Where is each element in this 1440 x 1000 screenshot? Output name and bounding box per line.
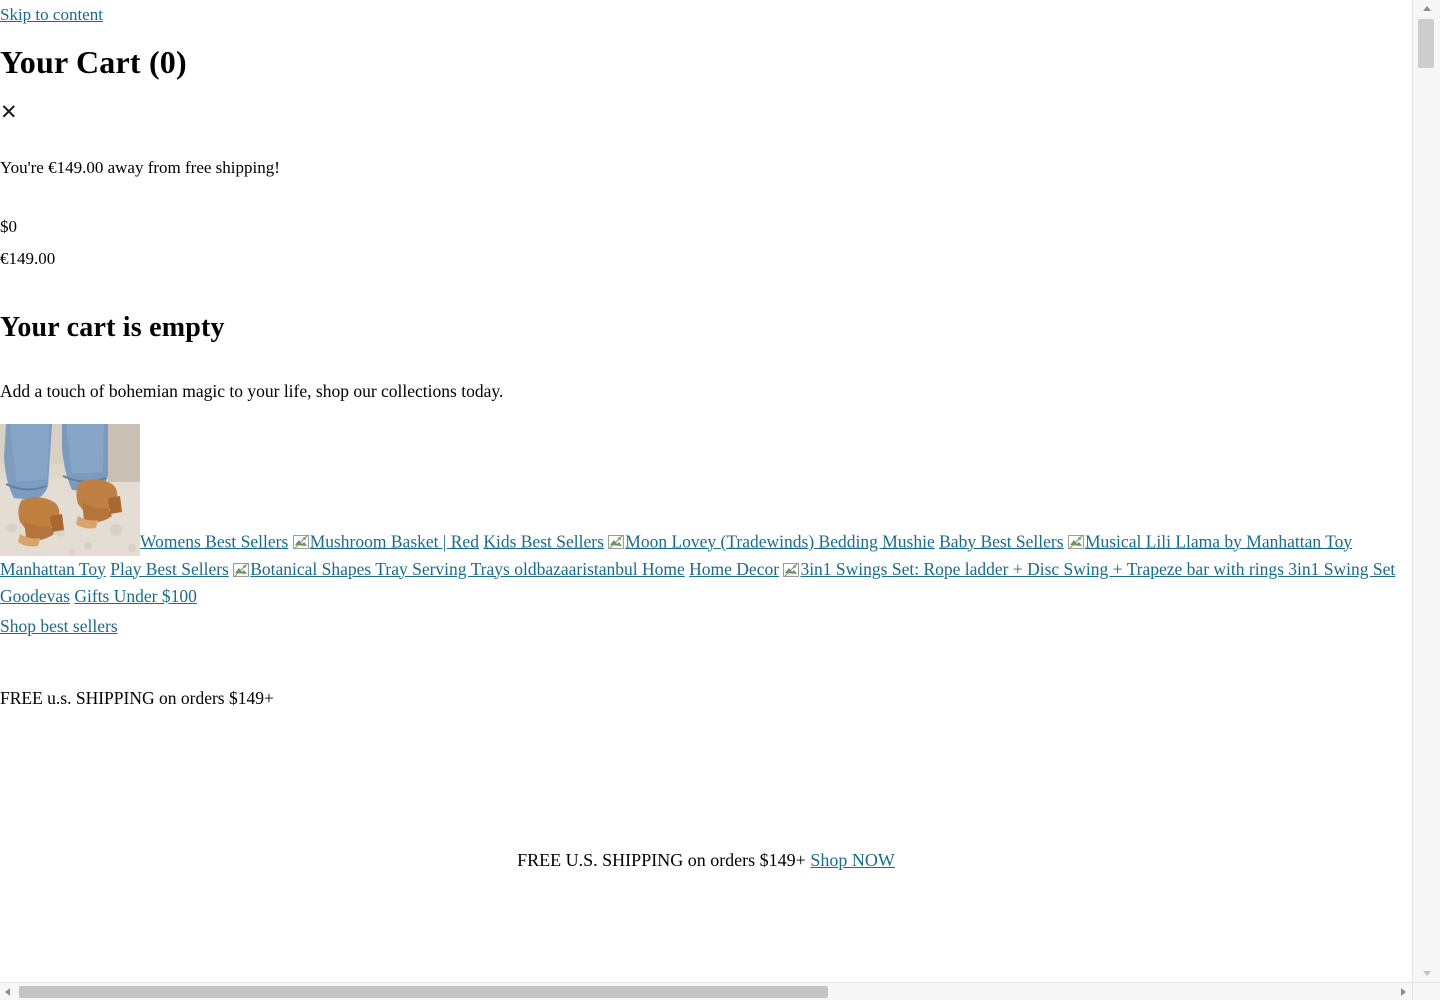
product-link-5[interactable]: Gifts Under $100 — [74, 586, 196, 606]
skip-to-content-link[interactable]: Skip to content — [0, 0, 1412, 23]
broken-image-icon — [608, 534, 625, 550]
vertical-scrollbar-thumb[interactable] — [1418, 19, 1434, 68]
free-shipping-note: FREE u.s. SHIPPING on orders $149+ — [0, 688, 274, 709]
shop-now-link[interactable]: Shop NOW — [810, 850, 895, 870]
horizontal-scrollbar[interactable] — [0, 982, 1412, 1000]
broken-image-icon — [233, 562, 250, 578]
product-links-strip: Womens Best Sellers Mushroom Basket | Re… — [0, 423, 1412, 611]
close-icon[interactable]: ✕ — [0, 102, 18, 123]
product-link-3[interactable]: Play Best Sellers — [110, 559, 229, 579]
free-shipping-progress: $0 €149.00 — [0, 211, 1412, 274]
vertical-scrollbar[interactable] — [1412, 0, 1440, 982]
product-thumbnail-image[interactable] — [0, 423, 140, 556]
document-body: Skip to content Your Cart (0) ✕ You're €… — [0, 0, 1412, 871]
broken-image-icon — [292, 534, 309, 550]
empty-cart-title: Your cart is empty — [0, 312, 225, 344]
free-shipping-message: You're €149.00 away from free shipping! — [0, 157, 280, 177]
close-cart-row: ✕ — [0, 102, 1412, 123]
broken-image-icon — [1067, 534, 1084, 550]
horizontal-scrollbar-thumb[interactable] — [19, 986, 828, 998]
shop-best-sellers-link[interactable]: Shop best sellers — [0, 616, 1412, 636]
page-viewport: Skip to content Your Cart (0) ✕ You're €… — [0, 0, 1412, 982]
scroll-down-arrow-icon[interactable] — [1413, 965, 1440, 982]
bottom-shipping-banner: FREE U.S. SHIPPING on orders $149+ Shop … — [0, 850, 1412, 871]
scroll-up-arrow-icon[interactable] — [1413, 0, 1440, 17]
progress-min-label: $0 — [0, 217, 17, 237]
product-link-2[interactable]: Baby Best Sellers — [939, 531, 1063, 551]
bottom-banner-text: FREE U.S. SHIPPING on orders $149+ — [517, 850, 806, 871]
product-alt-link-4[interactable]: Botanical Shapes Tray Serving Trays oldb… — [250, 559, 685, 579]
scroll-right-arrow-icon[interactable] — [1395, 983, 1412, 1000]
scroll-left-arrow-icon[interactable] — [0, 983, 17, 1000]
product-alt-link-2[interactable]: Moon Lovey (Tradewinds) Bedding Mushie — [625, 531, 934, 551]
product-alt-link-1[interactable]: Mushroom Basket | Red — [310, 531, 479, 551]
broken-image-icon — [783, 562, 800, 578]
progress-max-label: €149.00 — [0, 248, 56, 268]
cart-title: Your Cart (0) — [0, 44, 187, 80]
product-link-1[interactable]: Kids Best Sellers — [483, 531, 604, 551]
empty-cart-subtitle: Add a touch of bohemian magic to your li… — [0, 381, 504, 402]
product-link-4[interactable]: Home Decor — [689, 559, 779, 579]
product-link-0[interactable]: Womens Best Sellers — [140, 531, 288, 551]
scrollbar-corner — [1412, 982, 1440, 1000]
